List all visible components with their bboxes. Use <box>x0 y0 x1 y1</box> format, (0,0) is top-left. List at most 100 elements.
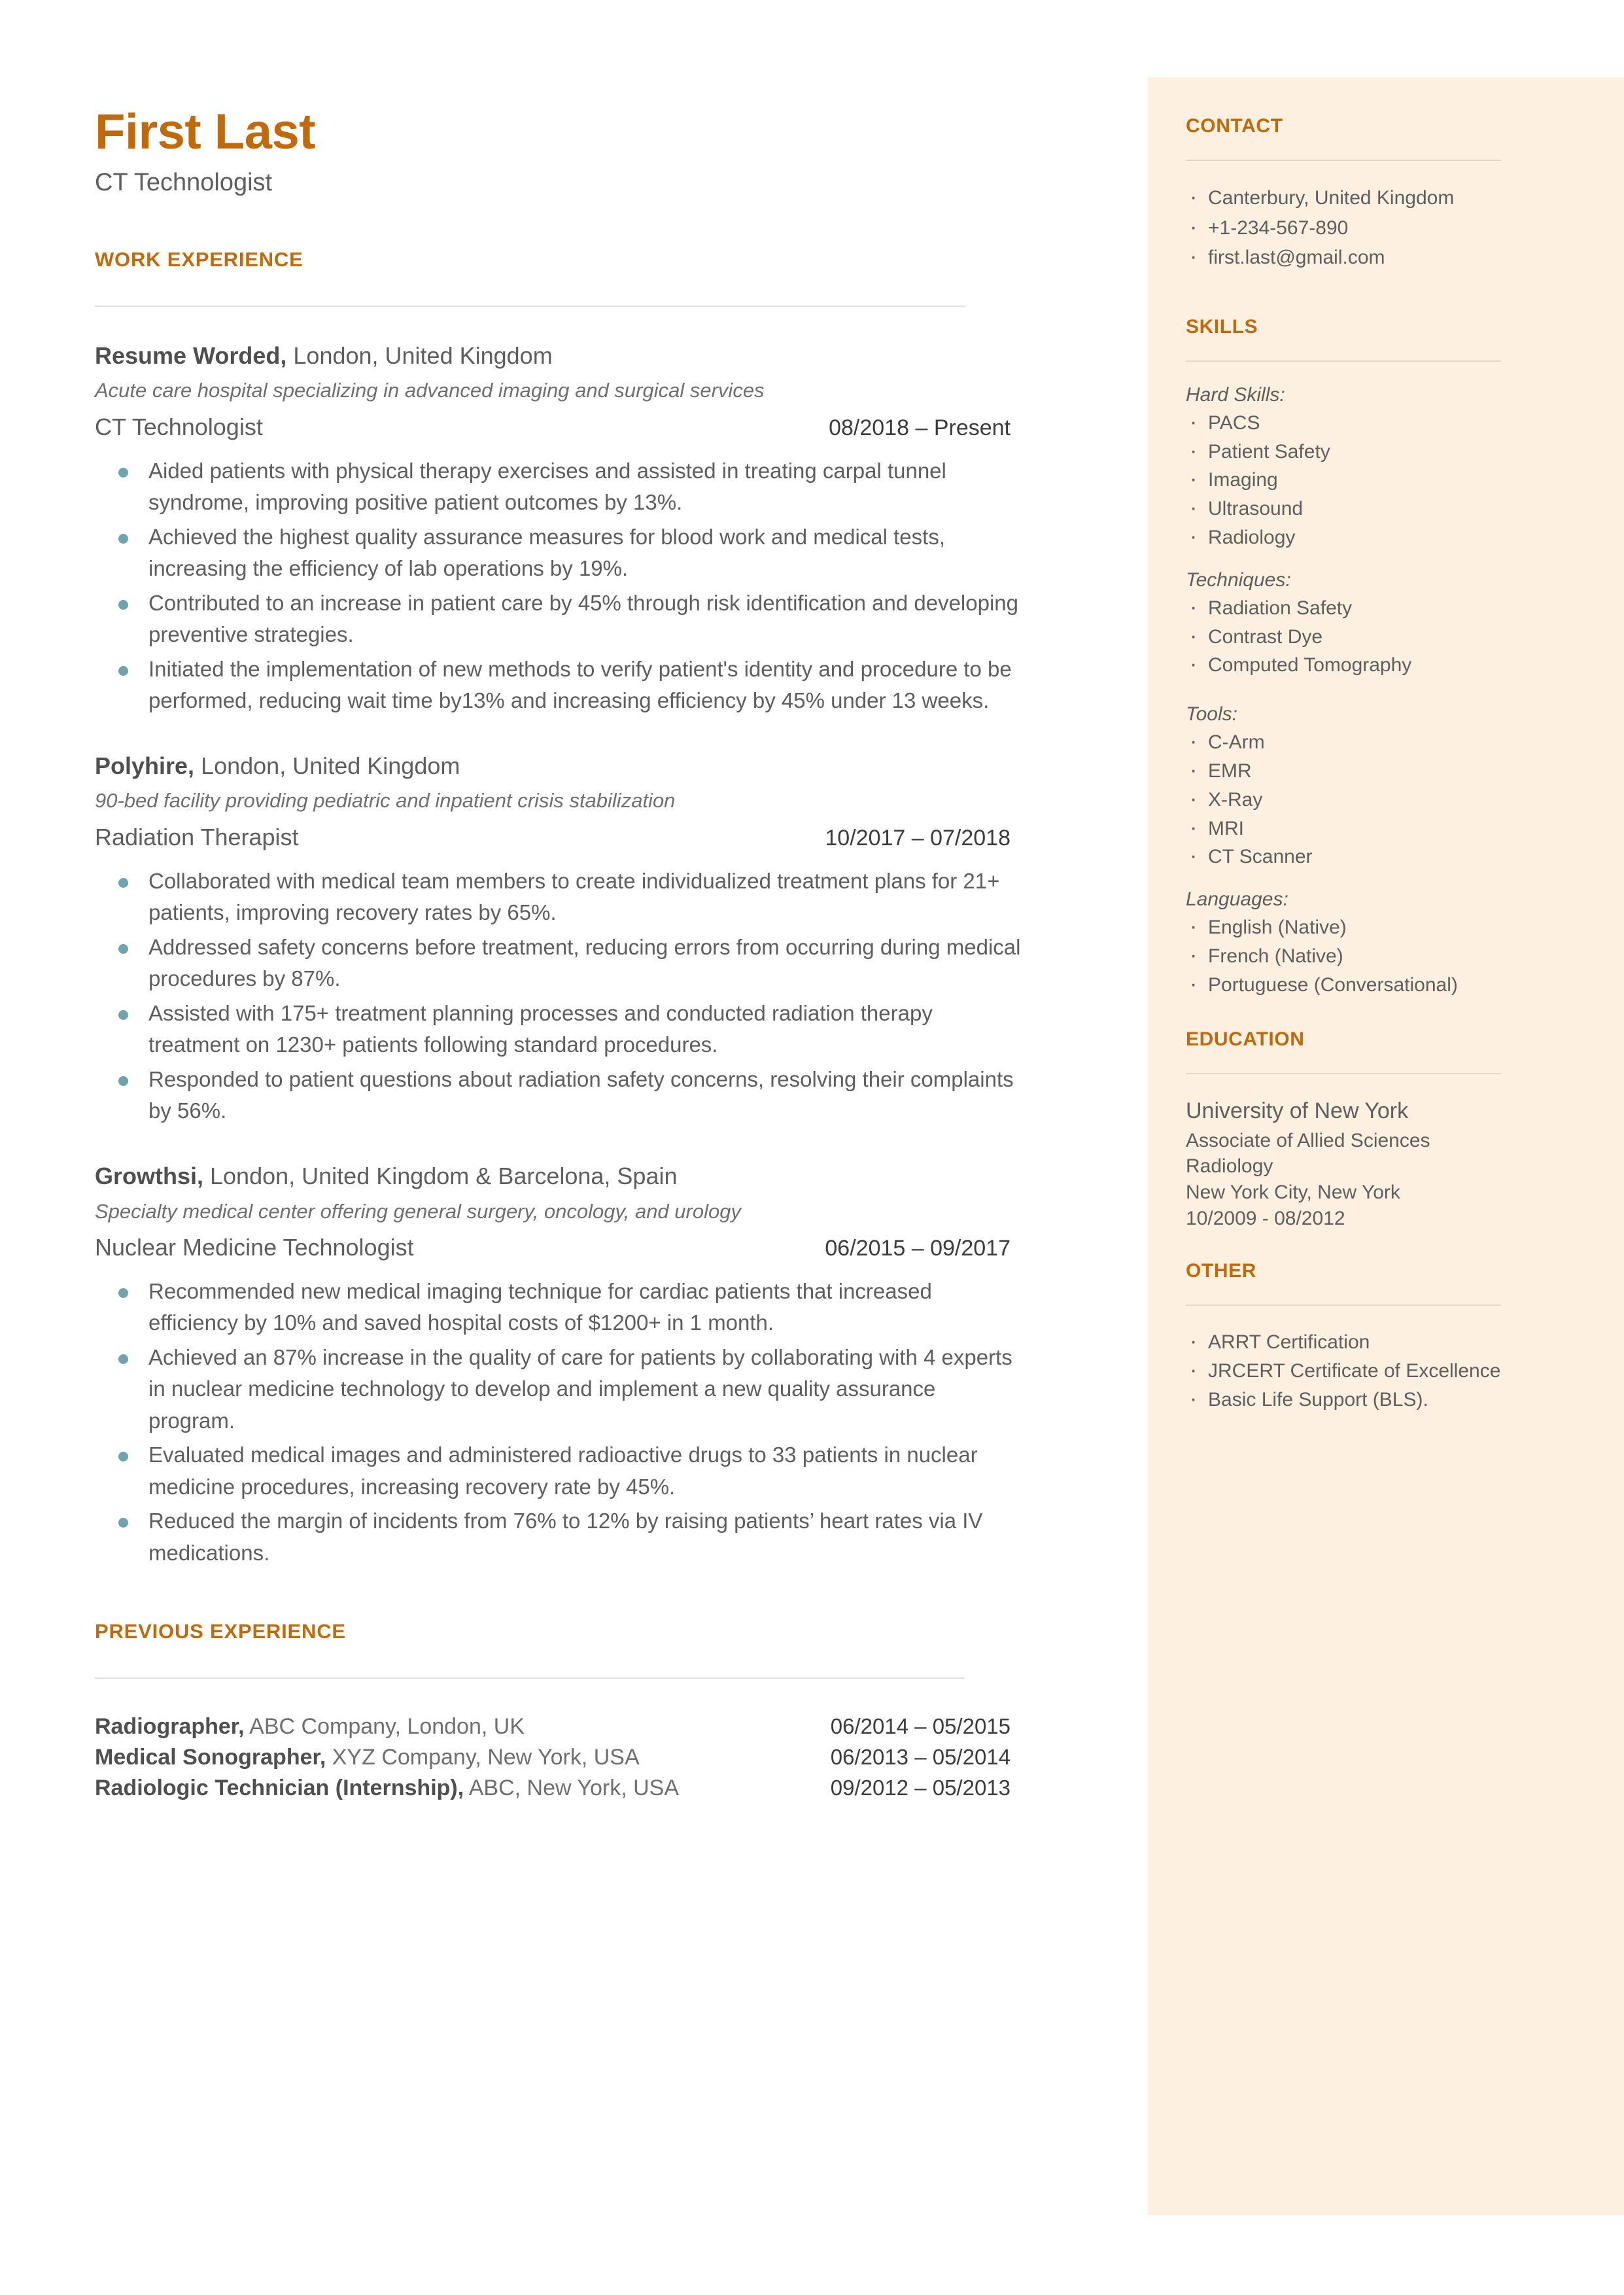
tool-item: C-Arm <box>1186 726 1585 758</box>
job-bullet: Initiated the implementation of new meth… <box>95 654 1024 717</box>
tools-label: Tools: <box>1186 703 1237 726</box>
previous-role-dates: 06/2013 – 05/2014 <box>830 1745 1011 1770</box>
previous-role-title: Radiographer, <box>95 1714 245 1740</box>
previous-role-detail: ABC Company, London, UK <box>244 1714 525 1740</box>
header-role: CT Technologist <box>95 168 273 196</box>
job-bullet: Recommended new medical imaging techniqu… <box>95 1276 1024 1339</box>
education-school: University of New York <box>1186 1098 1409 1123</box>
skill-item: Imaging <box>1186 463 1585 495</box>
job-entry: Polyhire, London, United Kingdom 90-bed f… <box>95 751 1115 1127</box>
previous-experience-row: Radiologic Technician (Internship), ABC,… <box>95 1776 1011 1801</box>
sidebar-heading-education: EDUCATION <box>1186 1028 1305 1050</box>
hard-skills-list: PACSPatient SafetyImagingUltrasoundRadio… <box>1186 406 1585 553</box>
resume-page: First Last CT Technologist WORK EXPERIEN… <box>0 0 1624 2295</box>
work-experience-list: Resume Worded, London, United Kingdom Acu… <box>95 341 1115 1569</box>
previous-experience-row: Radiographer, ABC Company, London, UK 06/… <box>95 1714 1011 1740</box>
section-divider <box>95 305 965 307</box>
job-description: 90-bed facility providing pediatric and … <box>95 789 676 813</box>
section-heading-previous-experience: PREVIOUS EXPERIENCE <box>95 1620 346 1643</box>
skill-item: Patient Safety <box>1186 435 1585 467</box>
sidebar-divider <box>1186 1305 1501 1306</box>
job-dates: 06/2015 – 09/2017 <box>825 1235 1011 1261</box>
job-company-name: Resume Worded, <box>95 342 287 369</box>
job-title-row: CT Technologist 08/2018 – Present <box>95 413 1011 441</box>
education-field: Radiology <box>1186 1155 1273 1178</box>
job-location: London, United Kingdom <box>194 752 460 779</box>
techniques-label: Techniques: <box>1186 569 1291 591</box>
other-list: ARRT CertificationJRCERT Certificate of … <box>1186 1325 1585 1415</box>
job-company: Growthsi, London, United Kingdom & Barce… <box>95 1161 1115 1192</box>
sidebar-divider <box>1186 360 1501 362</box>
previous-role: Radiologic Technician (Internship), ABC,… <box>95 1776 679 1801</box>
education-degree: Associate of Allied Sciences <box>1186 1129 1430 1151</box>
tool-item: CT Scanner <box>1186 840 1585 872</box>
previous-role-title: Radiologic Technician (Internship), <box>95 1776 464 1801</box>
languages-list: English (Native)French (Native)Portugues… <box>1186 911 1585 1000</box>
techniques-list: Radiation SafetyContrast DyeComputed Tom… <box>1186 591 1585 681</box>
languages-label: Languages: <box>1186 888 1288 911</box>
job-entry: Growthsi, London, United Kingdom & Barce… <box>95 1161 1115 1569</box>
job-bullet: Evaluated medical images and administere… <box>95 1439 1024 1503</box>
technique-item: Computed Tomography <box>1186 648 1585 680</box>
job-bullet: Achieved the highest quality assurance m… <box>95 521 1024 585</box>
contact-item: +1-234-567-890 <box>1186 211 1585 244</box>
sidebar-heading-skills: SKILLS <box>1186 315 1258 338</box>
job-bullet: Reduced the margin of incidents from 76%… <box>95 1505 1024 1569</box>
previous-role-dates: 06/2014 – 05/2015 <box>830 1714 1011 1739</box>
job-company-name: Growthsi, <box>95 1162 204 1189</box>
page-title: First Last <box>95 104 316 160</box>
job-company-name: Polyhire, <box>95 752 195 779</box>
job-location: London, United Kingdom <box>286 342 553 369</box>
job-bullet: Responded to patient questions about rad… <box>95 1064 1024 1127</box>
previous-experience-row: Medical Sonographer, XYZ Company, New Yo… <box>95 1745 1011 1770</box>
tool-item: EMR <box>1186 754 1585 786</box>
previous-role: Medical Sonographer, XYZ Company, New Yo… <box>95 1745 640 1770</box>
main-column: First Last CT Technologist WORK EXPERIEN… <box>95 105 1115 1806</box>
contact-item: first.last@gmail.com <box>1186 240 1585 273</box>
language-item: Portuguese (Conversational) <box>1186 968 1585 1000</box>
education-place: New York City, New York <box>1186 1181 1400 1203</box>
language-item: English (Native) <box>1186 911 1585 943</box>
job-bullet: Addressed safety concerns before treatme… <box>95 932 1024 995</box>
job-bullet: Achieved an 87% increase in the quality … <box>95 1342 1024 1437</box>
job-bullet: Assisted with 175+ treatment planning pr… <box>95 998 1024 1061</box>
job-entry: Resume Worded, London, United Kingdom Acu… <box>95 341 1115 717</box>
contact-list: Canterbury, United Kingdom+1-234-567-890… <box>1186 181 1585 273</box>
other-item: JRCERT Certificate of Excellence <box>1186 1354 1585 1386</box>
previous-role-detail: ABC, New York, USA <box>464 1776 679 1801</box>
section-heading-work-experience: WORK EXPERIENCE <box>95 247 303 271</box>
job-dates: 08/2018 – Present <box>829 415 1011 440</box>
technique-item: Radiation Safety <box>1186 591 1585 623</box>
education-entry: University of New York Associate of Alli… <box>1186 1096 1585 1232</box>
job-bullet: Collaborated with medical team members t… <box>95 866 1024 929</box>
job-bullet-list: Recommended new medical imaging techniqu… <box>95 1276 1115 1569</box>
sidebar: CONTACT Canterbury, United Kingdom+1-234… <box>1148 77 1624 2215</box>
other-item: ARRT Certification <box>1186 1325 1585 1358</box>
contact-item: Canterbury, United Kingdom <box>1186 181 1585 214</box>
job-title: Nuclear Medicine Technologist <box>95 1233 414 1261</box>
tool-item: MRI <box>1186 812 1585 844</box>
tool-item: X-Ray <box>1186 783 1585 815</box>
hard-skills-label: Hard Skills: <box>1186 383 1285 406</box>
education-dates: 10/2009 - 08/2012 <box>1186 1207 1345 1229</box>
job-title-row: Radiation Therapist 10/2017 – 07/2018 <box>95 824 1011 851</box>
job-company: Resume Worded, London, United Kingdom <box>95 341 1115 372</box>
sidebar-heading-contact: CONTACT <box>1186 115 1283 137</box>
sidebar-divider <box>1186 1072 1501 1074</box>
job-bullet: Aided patients with physical therapy exe… <box>95 455 1024 519</box>
previous-role-detail: XYZ Company, New York, USA <box>326 1745 640 1770</box>
job-title: CT Technologist <box>95 413 263 440</box>
technique-item: Contrast Dye <box>1186 620 1585 652</box>
other-item: Basic Life Support (BLS). <box>1186 1383 1585 1415</box>
previous-role-title: Medical Sonographer, <box>95 1745 326 1770</box>
previous-role-dates: 09/2012 – 05/2013 <box>830 1776 1011 1800</box>
sidebar-heading-other: OTHER <box>1186 1260 1256 1282</box>
section-divider <box>95 1677 965 1679</box>
job-location: London, United Kingdom & Barcelona, Spai… <box>203 1162 678 1189</box>
job-description: Acute care hospital specializing in adva… <box>95 379 765 402</box>
job-dates: 10/2017 – 07/2018 <box>825 825 1011 850</box>
